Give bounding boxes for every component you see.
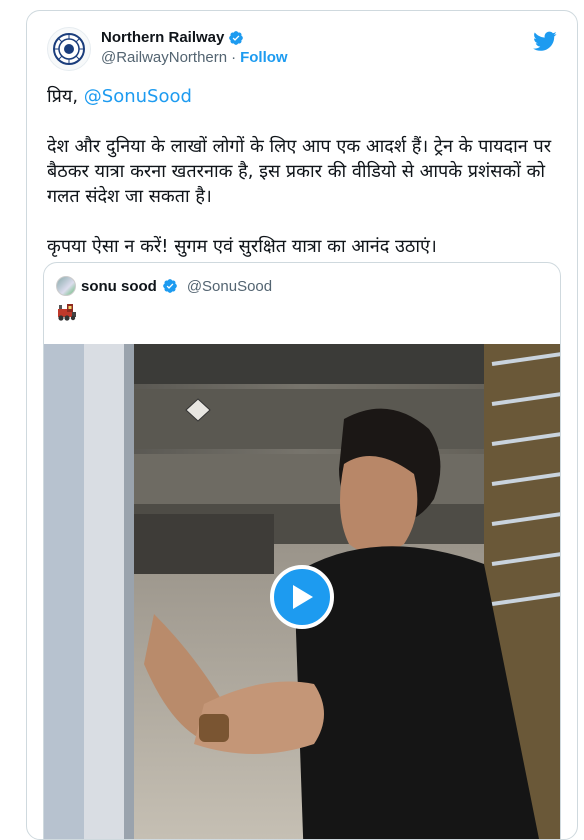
author-handle-row: @RailwayNorthern · Follow <box>101 49 288 66</box>
separator-dot: · <box>231 49 237 66</box>
verified-badge-icon <box>162 279 177 293</box>
tweet-card: Northern Railway @RailwayNorthern · Follow… <box>26 10 578 840</box>
quoted-author-name[interactable]: sonu sood <box>81 278 157 295</box>
tweet-paragraph-2: कृपया ऐसा न करें! सुगम एवं सुरक्षित यात्… <box>47 236 437 257</box>
play-button[interactable] <box>270 565 334 629</box>
mention-link[interactable]: @SonuSood <box>84 86 192 107</box>
author-name[interactable]: Northern Railway <box>101 29 224 46</box>
author-name-row: Northern Railway <box>101 29 244 46</box>
quoted-author-avatar[interactable] <box>56 276 76 296</box>
quoted-tweet[interactable]: sonu sood @SonuSood <box>43 262 561 839</box>
tweet-body: प्रिय, @SonuSood देश और दुनिया के लाखों … <box>47 84 567 284</box>
tweet-header: Northern Railway @RailwayNorthern · Follow <box>47 27 557 79</box>
greeting-text: प्रिय, <box>47 86 84 107</box>
quoted-author-handle[interactable]: @SonuSood <box>187 278 272 295</box>
verified-badge-icon <box>229 30 244 45</box>
northern-railway-logo[interactable] <box>47 27 91 71</box>
author-handle[interactable]: @RailwayNorthern <box>101 49 227 66</box>
twitter-bird-icon[interactable] <box>533 29 557 53</box>
quoted-tweet-header: sonu sood @SonuSood <box>56 275 272 297</box>
follow-button[interactable]: Follow <box>240 49 288 66</box>
video-player[interactable] <box>44 344 560 839</box>
play-icon <box>293 585 313 609</box>
tweet-greeting-line: प्रिय, @SonuSood <box>47 84 567 109</box>
tweet-paragraph-1: देश और दुनिया के लाखों लोगों के लिए आप ए… <box>47 136 552 207</box>
steam-locomotive-icon <box>58 304 76 321</box>
